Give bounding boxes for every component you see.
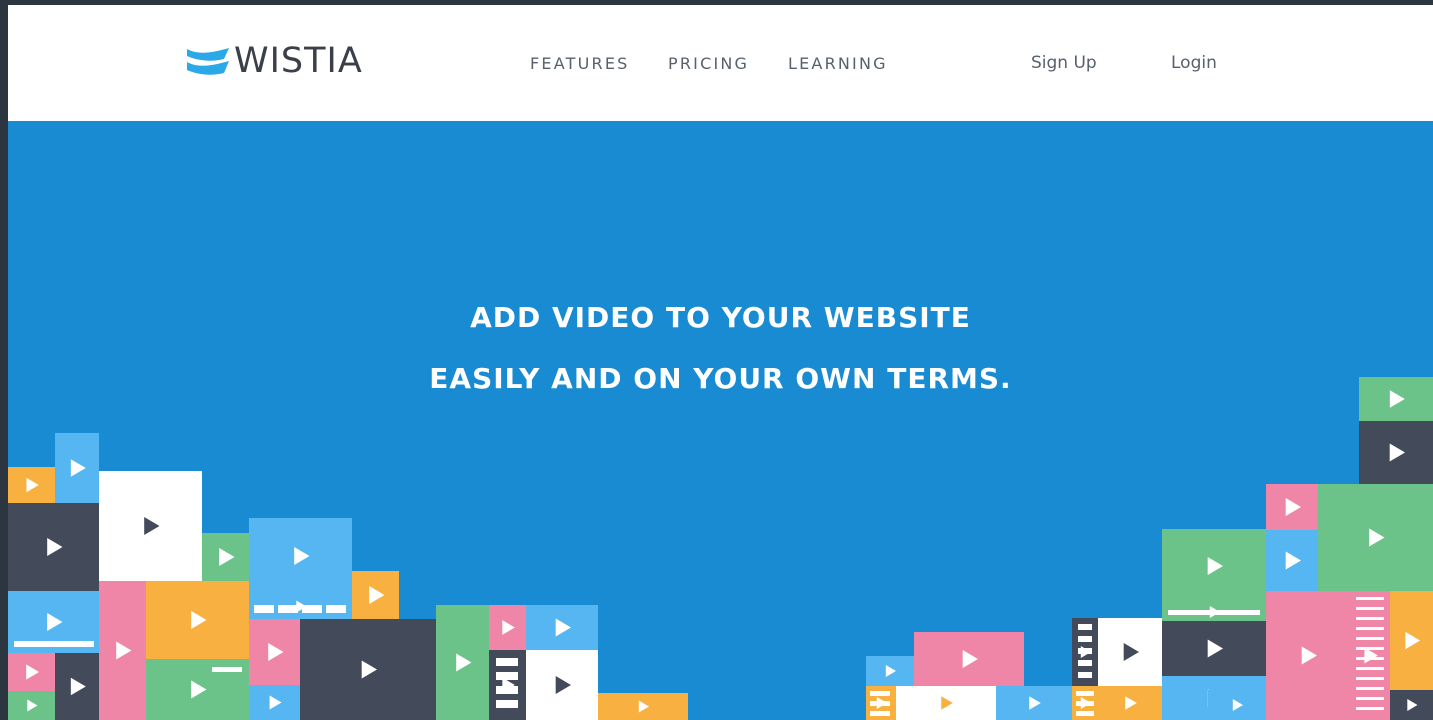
film-strip-detail [1356, 617, 1384, 620]
film-strip-detail [1356, 657, 1384, 660]
film-strip-detail [1078, 648, 1092, 654]
hero-banner: ADD VIDEO TO YOUR WEBSITE EASILY AND ON … [8, 121, 1433, 720]
video-tile [249, 619, 300, 685]
sign-up-link[interactable]: Sign Up [1031, 53, 1097, 73]
video-tile [300, 619, 436, 720]
video-tile [489, 605, 526, 650]
film-strip-detail [1356, 667, 1384, 670]
wistia-flag-icon [187, 48, 229, 75]
hero-headline-line-2: EASILY AND ON YOUR OWN TERMS. [429, 362, 1012, 395]
film-strip-detail [1078, 624, 1092, 630]
video-tile [249, 685, 300, 720]
video-tile [1098, 618, 1162, 686]
film-strip-detail [1356, 637, 1384, 640]
video-tile [202, 533, 249, 581]
film-strip-detail [1168, 610, 1260, 615]
film-strip-detail [278, 605, 298, 613]
login-link[interactable]: Login [1171, 53, 1217, 73]
video-tile [1390, 591, 1433, 690]
video-tile [598, 693, 688, 720]
film-strip-detail [496, 700, 518, 708]
video-tile [1359, 421, 1433, 484]
film-strip-detail [1076, 691, 1094, 696]
video-tile [146, 581, 249, 659]
nav-pricing[interactable]: PRICING [668, 54, 749, 73]
film-strip-detail [1076, 701, 1094, 706]
video-tile [526, 650, 598, 720]
video-tile [1162, 529, 1266, 603]
film-strip-detail [1356, 647, 1384, 650]
video-tile [526, 605, 598, 650]
film-strip-detail [1356, 677, 1384, 680]
film-strip-detail [326, 605, 346, 613]
film-strip-detail [1356, 627, 1384, 630]
film-strip-detail [870, 701, 890, 706]
video-tile [1162, 621, 1266, 676]
site-header: WISTIA FEATURES PRICING LEARNING Sign Up… [8, 5, 1433, 121]
video-tile [99, 471, 202, 581]
video-tile [896, 686, 996, 720]
film-strip-detail [870, 711, 890, 716]
video-tile [8, 653, 55, 691]
video-tile [436, 605, 489, 720]
film-strip-detail [1356, 607, 1384, 610]
nav-learning[interactable]: LEARNING [788, 54, 888, 73]
video-tile [99, 581, 146, 720]
film-strip-detail [1356, 697, 1384, 700]
film-strip-detail [1076, 711, 1094, 716]
video-tile [1390, 690, 1433, 720]
film-strip-detail [1356, 597, 1384, 600]
video-tile [914, 632, 1024, 686]
video-tile [8, 503, 99, 591]
brand-name: WISTIA [234, 41, 363, 81]
film-strip-detail [1078, 672, 1092, 678]
video-tile [1098, 686, 1162, 720]
film-strip-detail [496, 686, 518, 694]
video-tile [1266, 484, 1318, 530]
nav-features[interactable]: FEATURES [530, 54, 629, 73]
video-tile [1266, 530, 1318, 591]
browser-viewport: WISTIA FEATURES PRICING LEARNING Sign Up… [8, 5, 1433, 720]
film-strip-detail [212, 667, 242, 672]
film-strip-detail [1356, 687, 1384, 690]
video-tile [996, 686, 1072, 720]
video-tile [866, 656, 914, 686]
video-tile [352, 571, 399, 619]
video-tile [1266, 591, 1350, 720]
video-tile [8, 691, 55, 720]
wistia-logo[interactable]: WISTIA [186, 41, 396, 81]
hero-headline-line-1: ADD VIDEO TO YOUR WEBSITE [470, 301, 971, 334]
film-strip-detail [14, 641, 94, 647]
video-tile [1208, 690, 1266, 720]
video-tile [249, 518, 352, 594]
film-strip-detail [496, 658, 518, 666]
film-strip-detail [496, 672, 518, 680]
film-strip-detail [870, 691, 890, 696]
film-strip-detail [302, 605, 322, 613]
video-tile [8, 467, 55, 503]
video-tile [1318, 484, 1433, 591]
film-strip-detail [1078, 636, 1092, 642]
video-tiles-illustration [8, 377, 1433, 720]
video-tile [55, 653, 99, 720]
film-strip-detail [1356, 707, 1384, 710]
film-strip-detail [254, 605, 274, 613]
video-tile [55, 433, 99, 503]
film-strip-detail [1078, 660, 1092, 666]
video-tile [1350, 591, 1390, 720]
